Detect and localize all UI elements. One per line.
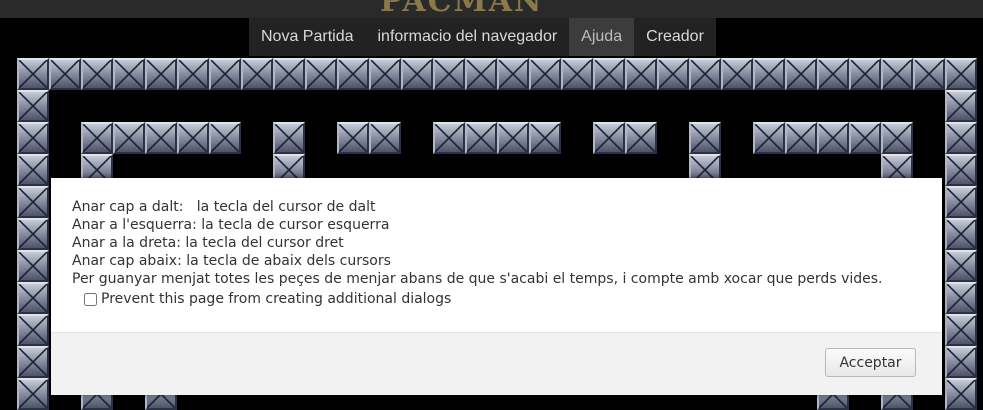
wall-tile [241,58,273,90]
alert-dialog: Anar cap a dalt: la tecla del cursor de … [51,178,942,395]
wall-tile [945,122,977,154]
wall-tile [369,58,401,90]
menu-item-creador[interactable]: Creador [634,18,716,56]
wall-tile [945,378,977,410]
wall-tile [593,58,625,90]
main-menu: Nova Partida informacio del navegador Aj… [249,18,716,56]
wall-tile [529,58,561,90]
wall-tile [305,58,337,90]
wall-tile [17,90,49,122]
wall-tile [497,122,529,154]
wall-tile [465,122,497,154]
wall-tile [17,218,49,250]
wall-tile [721,58,753,90]
wall-tile [849,122,881,154]
wall-tile [913,58,945,90]
wall-tile [17,314,49,346]
wall-tile [945,250,977,282]
wall-tile [433,58,465,90]
wall-tile [209,58,241,90]
wall-tile [945,314,977,346]
menu-item-nova-partida[interactable]: Nova Partida [249,18,366,56]
help-line-right: Anar a la dreta: la tecla del cursor dre… [72,235,344,251]
wall-tile [17,154,49,186]
wall-tile [17,250,49,282]
wall-tile [657,58,689,90]
wall-tile [145,58,177,90]
wall-tile [945,218,977,250]
wall-tile [369,122,401,154]
wall-tile [17,186,49,218]
wall-tile [817,58,849,90]
wall-tile [945,186,977,218]
help-line-up: Anar cap a dalt: la tecla del cursor de … [72,199,376,215]
wall-tile [561,58,593,90]
wall-tile [945,282,977,314]
wall-tile [881,58,913,90]
wall-tile [17,58,49,90]
dialog-message: Anar cap a dalt: la tecla del cursor de … [51,178,942,308]
wall-tile [529,122,561,154]
wall-tile [49,58,81,90]
wall-tile [17,378,49,410]
prevent-dialogs-row[interactable]: Prevent this page from creating addition… [72,290,942,308]
wall-tile [113,58,145,90]
wall-tile [113,122,145,154]
wall-tile [945,58,977,90]
wall-tile [273,122,305,154]
wall-tile [945,154,977,186]
wall-tile [817,122,849,154]
wall-tile [625,122,657,154]
prevent-dialogs-checkbox[interactable] [84,292,97,306]
help-line-goal: Per guanyar menjat totes les peçes de me… [72,271,883,287]
help-line-down: Anar cap abaix: la tecla de abaix dels c… [72,253,391,269]
wall-tile [273,58,305,90]
wall-tile [17,122,49,154]
wall-tile [177,122,209,154]
wall-tile [177,58,209,90]
wall-tile [81,122,113,154]
wall-tile [753,58,785,90]
wall-tile [753,122,785,154]
wall-tile [593,122,625,154]
wall-tile [497,58,529,90]
wall-tile [81,58,113,90]
wall-tile [209,122,241,154]
wall-tile [465,58,497,90]
wall-tile [337,122,369,154]
wall-tile [881,122,913,154]
wall-tile [849,58,881,90]
menu-item-informacio-navegador[interactable]: informacio del navegador [366,18,570,56]
wall-tile [945,346,977,378]
wall-tile [785,122,817,154]
wall-tile [625,58,657,90]
game-logo: PACMAN [380,0,544,18]
wall-tile [17,282,49,314]
top-bar: PACMAN [0,0,983,18]
accept-button[interactable]: Acceptar [825,348,916,377]
dialog-footer: Acceptar [51,332,942,395]
help-line-left: Anar a l'esquerra: la tecla de cursor es… [72,217,390,233]
menu-item-ajuda[interactable]: Ajuda [569,18,635,56]
wall-tile [785,58,817,90]
wall-tile [433,122,465,154]
prevent-dialogs-label: Prevent this page from creating addition… [101,291,452,307]
wall-tile [401,58,433,90]
wall-tile [945,90,977,122]
wall-tile [689,58,721,90]
wall-tile [689,122,721,154]
wall-tile [337,58,369,90]
wall-tile [17,346,49,378]
wall-tile [145,122,177,154]
